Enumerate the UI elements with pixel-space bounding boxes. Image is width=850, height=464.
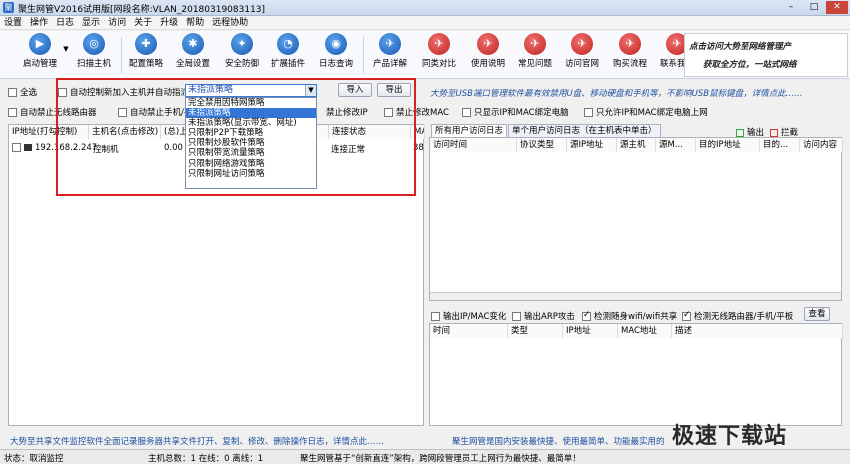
monitor-status: 状态：取消监控 bbox=[4, 454, 64, 464]
global-settings-button[interactable]: ✱ 全局设置 bbox=[173, 33, 213, 69]
output-arp-attack-checkbox[interactable]: 输出ARP攻击 bbox=[512, 310, 575, 322]
play-icon: ▶ bbox=[29, 33, 51, 55]
checkbox-icon bbox=[512, 312, 521, 321]
minimize-button[interactable]: – bbox=[780, 1, 802, 14]
gear-icon: ✱ bbox=[182, 33, 204, 55]
website-icon: ✈ bbox=[571, 33, 593, 55]
app-logo-icon: 聚 bbox=[3, 2, 14, 13]
official-website-button[interactable]: ✈ 访问官网 bbox=[561, 33, 603, 69]
menu-display[interactable]: 显示 bbox=[78, 16, 104, 30]
checkbox-icon bbox=[431, 312, 440, 321]
compare-icon: ✈ bbox=[428, 33, 450, 55]
menu-bar: 设置 操作 日志 显示 访问 关于 升级 帮助 远程协助 bbox=[0, 16, 850, 30]
col-content[interactable]: 访问内容 bbox=[800, 138, 843, 152]
title-bar: 聚 聚生网管V2016试用版[网段名称:VLAN_20180319083113]… bbox=[0, 0, 850, 16]
purchase-button[interactable]: ✈ 购买流程 bbox=[609, 33, 651, 69]
checkbox-icon[interactable] bbox=[12, 143, 21, 152]
select-all-checkbox[interactable]: 全选 bbox=[8, 86, 37, 98]
maximize-button[interactable]: □ bbox=[803, 1, 825, 14]
col-type[interactable]: 类型 bbox=[508, 324, 563, 338]
checkbox-icon bbox=[584, 108, 593, 117]
col-ip[interactable]: IP地址 bbox=[563, 324, 618, 338]
window-title: 聚生网管V2016试用版[网段名称:VLAN_20180319083113] bbox=[18, 5, 266, 15]
col-protocol[interactable]: 协议类型 bbox=[517, 138, 567, 152]
log-icon: ◉ bbox=[325, 33, 347, 55]
start-manage-dropdown[interactable]: ▼ bbox=[60, 45, 72, 53]
tab-all-user-log[interactable]: 所有用户访问日志 bbox=[431, 124, 508, 137]
computer-icon bbox=[24, 144, 32, 151]
checkbox-icon bbox=[462, 108, 471, 117]
extensions-button[interactable]: ◔ 扩展插件 bbox=[268, 33, 308, 69]
shield-icon: ✦ bbox=[231, 33, 253, 55]
faq-button[interactable]: ✈ 常见问题 bbox=[514, 33, 556, 69]
scan-hosts-button[interactable]: ◎ 扫描主机 bbox=[74, 33, 114, 69]
checkbox-icon bbox=[8, 108, 17, 117]
usage-guide-button[interactable]: ✈ 使用说明 bbox=[467, 33, 509, 69]
help-icon: ✈ bbox=[477, 33, 499, 55]
col-src-ip[interactable]: 源IP地址 bbox=[567, 138, 617, 152]
share-monitor-promo-link[interactable]: 大势至共享文件监控软件全面记录服务器共享文件打开、复制、修改、删除操作日志，详情… bbox=[10, 435, 384, 447]
status-slogan: 聚生网管基于“创新直连”架构，跨网段管理员工上网行为最快捷、最简单！ bbox=[300, 454, 581, 464]
status-bar: 状态：取消监控 主机总数：1 在线：0 离线：1 聚生网管基于“创新直连”架构，… bbox=[0, 449, 850, 464]
log-query-button[interactable]: ◉ 日志查询 bbox=[316, 33, 356, 69]
policy-icon: ✚ bbox=[135, 33, 157, 55]
col-time[interactable]: 时间 bbox=[430, 324, 508, 338]
product-details-button[interactable]: ✈ 产品详解 bbox=[369, 33, 411, 69]
start-manage-button[interactable]: ▶ 启动管理 bbox=[20, 33, 60, 69]
menu-remote-assist[interactable]: 远程协助 bbox=[208, 16, 252, 30]
menu-about[interactable]: 关于 bbox=[130, 16, 156, 30]
access-log-table: 访问时间 协议类型 源IP地址 源主机 源M... 目的IP地址 目的... 访… bbox=[429, 137, 843, 301]
show-bound-only-checkbox[interactable]: 只显示IP和MAC绑定电脑 bbox=[462, 106, 569, 118]
menu-visit[interactable]: 访问 bbox=[104, 16, 130, 30]
checkbox-checked-icon bbox=[582, 310, 591, 321]
promo-banner[interactable]: 点击访问大势至网络管理产 获取全方位，一站式网络 bbox=[684, 33, 848, 77]
col-src-mac[interactable]: 源M... bbox=[656, 138, 696, 152]
menu-upgrade[interactable]: 升级 bbox=[156, 16, 182, 30]
config-policy-button[interactable]: ✚ 配置策略 bbox=[126, 33, 166, 69]
checkbox-checked-icon bbox=[682, 310, 691, 321]
detect-wifi-share-checkbox[interactable]: 检测随身wifi/wifi共享 bbox=[582, 310, 677, 322]
compare-button[interactable]: ✈ 同类对比 bbox=[418, 33, 460, 69]
col-mac[interactable]: MAC地址 bbox=[618, 324, 672, 338]
menu-operate[interactable]: 操作 bbox=[26, 16, 52, 30]
product-icon: ✈ bbox=[379, 33, 401, 55]
col-description[interactable]: 描述 bbox=[672, 324, 843, 338]
product-promo-link[interactable]: 聚生网管是国内安装最快捷、使用最简单、功能最实用的 bbox=[452, 435, 665, 447]
menu-help[interactable]: 帮助 bbox=[182, 16, 208, 30]
checkbox-icon bbox=[8, 88, 17, 97]
event-table: 时间 类型 IP地址 MAC地址 描述 bbox=[429, 323, 843, 426]
tab-single-user-log[interactable]: 单个用户访问日志（在主机表中单击） bbox=[508, 124, 661, 137]
highlight-box bbox=[56, 78, 416, 196]
close-button[interactable]: ✕ bbox=[826, 1, 848, 14]
cart-icon: ✈ bbox=[619, 33, 641, 55]
scan-icon: ◎ bbox=[83, 33, 105, 55]
col-dst[interactable]: 目的... bbox=[760, 138, 800, 152]
host-counts: 主机总数：1 在线：0 离线：1 bbox=[148, 454, 264, 464]
col-dst-ip[interactable]: 目的IP地址 bbox=[696, 138, 760, 152]
usb-promo-link[interactable]: 大势至USB端口管理软件最有效禁用U盘、移动硬盘和手机等，不影响USB鼠标键盘，… bbox=[430, 87, 803, 99]
faq-icon: ✈ bbox=[524, 33, 546, 55]
site-watermark: 极速下载站 bbox=[672, 424, 788, 449]
col-src-host[interactable]: 源主机 bbox=[617, 138, 656, 152]
view-button[interactable]: 查看 bbox=[804, 307, 830, 321]
menu-settings[interactable]: 设置 bbox=[0, 16, 26, 30]
horizontal-scrollbar[interactable] bbox=[430, 292, 841, 300]
plugin-icon: ◔ bbox=[277, 33, 299, 55]
allow-bound-only-checkbox[interactable]: 只允许IP和MAC绑定电脑上网 bbox=[584, 106, 708, 118]
col-visit-time[interactable]: 访问时间 bbox=[430, 138, 517, 152]
output-ip-mac-change-checkbox[interactable]: 输出IP/MAC变化 bbox=[431, 310, 506, 322]
security-defense-button[interactable]: ✦ 安全防御 bbox=[220, 33, 264, 69]
menu-log[interactable]: 日志 bbox=[52, 16, 78, 30]
detect-router-checkbox[interactable]: 检测无线路由器/手机/平板 bbox=[682, 310, 793, 322]
